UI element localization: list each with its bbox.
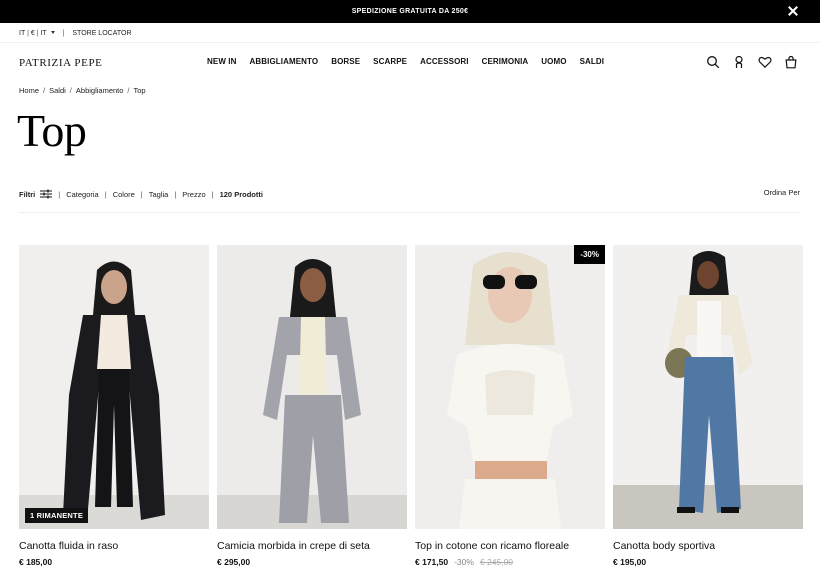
filter-taglia[interactable]: Taglia xyxy=(149,190,169,199)
product-price-row: € 185,00 xyxy=(19,557,209,567)
close-icon[interactable] xyxy=(786,4,800,18)
product-grid: 1 RIMANENTE Canotta fluida in raso € 185… xyxy=(19,245,803,567)
product-price: € 295,00 xyxy=(217,557,251,567)
product-name[interactable]: Top in cotone con ricamo floreale xyxy=(415,540,605,552)
sliders-icon xyxy=(40,189,53,199)
divider xyxy=(0,42,820,43)
product-card[interactable]: Canotta body sportiva € 195,00 xyxy=(613,245,803,567)
filters-label: Filtri xyxy=(19,189,36,199)
filters-button[interactable]: Filtri xyxy=(19,189,53,199)
product-image[interactable] xyxy=(217,245,407,529)
product-image[interactable]: 1 RIMANENTE xyxy=(19,245,209,529)
store-locator-link[interactable]: STORE LOCATOR xyxy=(72,30,131,37)
nav-item-cerimonia[interactable]: CERIMONIA xyxy=(482,57,529,66)
product-card[interactable]: 1 RIMANENTE Canotta fluida in raso € 185… xyxy=(19,245,209,567)
breadcrumb-separator: / xyxy=(127,86,130,95)
product-name[interactable]: Camicia morbida in crepe di seta xyxy=(217,540,407,552)
nav-item-borse[interactable]: BORSE xyxy=(331,57,360,66)
wishlist-icon[interactable] xyxy=(758,55,772,69)
header-icons xyxy=(706,55,798,69)
promo-bar: SPEDIZIONE GRATUITA DA 250€ xyxy=(0,0,820,23)
language-label: IT xyxy=(19,29,26,37)
divider xyxy=(19,212,800,213)
region-label: IT xyxy=(40,29,47,37)
filter-separator: | xyxy=(58,189,61,199)
product-image[interactable] xyxy=(613,245,803,529)
product-card[interactable]: Camicia morbida in crepe di seta € 295,0… xyxy=(217,245,407,567)
breadcrumb-saldi[interactable]: Saldi xyxy=(49,86,66,95)
utility-bar: IT | € | IT | STORE LOCATOR xyxy=(19,27,132,39)
breadcrumb-abbigliamento[interactable]: Abbigliamento xyxy=(76,86,124,95)
filter-separator: | xyxy=(211,189,214,199)
breadcrumb-home[interactable]: Home xyxy=(19,86,39,95)
util-separator: | xyxy=(62,29,65,37)
filter-separator: | xyxy=(104,189,107,199)
nav-item-scarpe[interactable]: SCARPE xyxy=(373,57,407,66)
filter-separator: | xyxy=(140,189,143,199)
stock-badge: 1 RIMANENTE xyxy=(25,508,89,523)
nav-item-abbigliamento[interactable]: ABBIGLIAMENTO xyxy=(250,57,319,66)
bag-icon[interactable] xyxy=(784,55,798,69)
filter-categoria[interactable]: Categoria xyxy=(66,190,99,199)
brand-logo[interactable]: PATRIZIA PEPE xyxy=(19,57,103,69)
nav-item-accessori[interactable]: ACCESSORI xyxy=(420,57,468,66)
product-old-price: € 245,00 xyxy=(479,557,514,567)
product-price-row: € 295,00 xyxy=(217,557,407,567)
nav-item-new-in[interactable]: NEW IN xyxy=(207,57,237,66)
product-price-row: € 195,00 xyxy=(613,557,803,567)
product-card[interactable]: -30% Top in cotone con ricamo floreale €… xyxy=(415,245,605,567)
chevron-down-icon xyxy=(50,31,55,35)
util-separator: | xyxy=(36,29,39,37)
search-icon[interactable] xyxy=(706,55,720,69)
nav-item-uomo[interactable]: UOMO xyxy=(541,57,566,66)
product-price: € 195,00 xyxy=(613,557,647,567)
sort-dropdown[interactable]: Ordina Per xyxy=(764,188,800,197)
product-name[interactable]: Canotta fluida in raso xyxy=(19,540,209,552)
filter-separator: | xyxy=(174,189,177,199)
nav-item-saldi[interactable]: SALDI xyxy=(580,57,605,66)
currency-label: € xyxy=(30,29,35,37)
breadcrumb-separator: / xyxy=(43,86,46,95)
promo-text: SPEDIZIONE GRATUITA DA 250€ xyxy=(351,8,469,15)
product-image[interactable]: -30% xyxy=(415,245,605,529)
language-selector[interactable]: IT | € | IT xyxy=(19,30,55,37)
filter-prezzo[interactable]: Prezzo xyxy=(182,190,205,199)
product-price: € 171,50 xyxy=(415,557,449,567)
breadcrumb: Home / Saldi / Abbigliamento / Top xyxy=(19,86,146,95)
filter-bar: Filtri | Categoria | Colore | Taglia | P… xyxy=(19,189,263,199)
product-price-row: € 171,50 -30% € 245,00 xyxy=(415,557,605,567)
util-separator: | xyxy=(27,29,29,37)
main-nav: NEW IN ABBIGLIAMENTO BORSE SCARPE ACCESS… xyxy=(207,57,604,66)
filter-colore[interactable]: Colore xyxy=(113,190,135,199)
breadcrumb-current: Top xyxy=(133,86,146,95)
product-price: € 185,00 xyxy=(19,557,53,567)
discount-badge: -30% xyxy=(574,245,605,264)
product-discount: -30% xyxy=(454,557,474,567)
product-count: 120 Prodotti xyxy=(219,189,263,199)
breadcrumb-separator: / xyxy=(69,86,72,95)
page-title: Top xyxy=(17,105,87,156)
account-icon[interactable] xyxy=(732,55,746,69)
product-name[interactable]: Canotta body sportiva xyxy=(613,540,803,552)
